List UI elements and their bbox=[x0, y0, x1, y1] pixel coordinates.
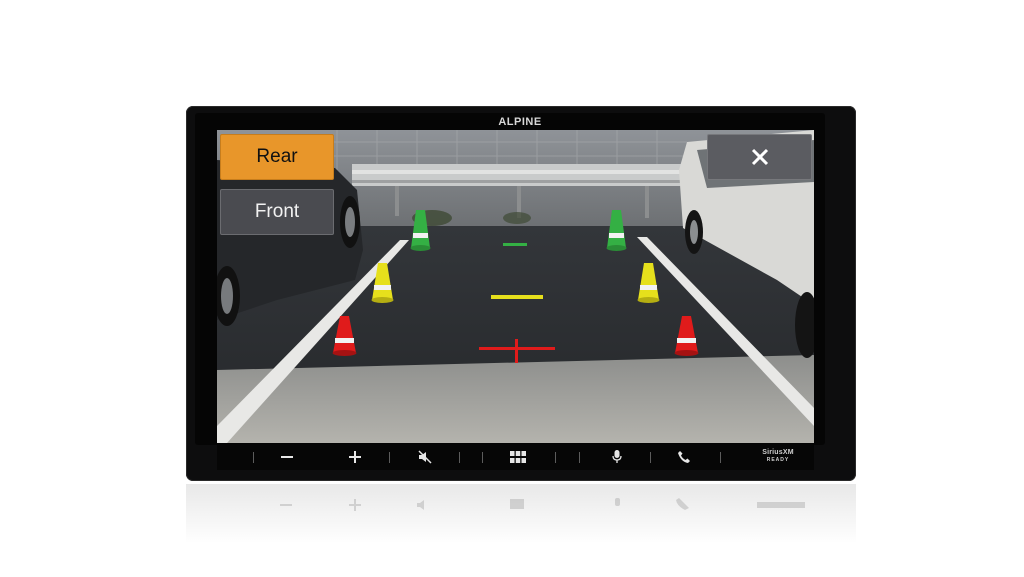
front-camera-button[interactable]: Front bbox=[220, 189, 334, 235]
siriusxm-sublabel: READY bbox=[766, 457, 790, 463]
brand-logo: ALPINE bbox=[498, 116, 542, 128]
phone-icon bbox=[678, 451, 690, 463]
separator bbox=[389, 452, 390, 463]
grid-icon bbox=[510, 451, 526, 463]
guide-line-center bbox=[515, 339, 518, 363]
separator bbox=[720, 452, 721, 463]
phone-button[interactable] bbox=[672, 446, 696, 468]
voice-button[interactable] bbox=[605, 446, 629, 468]
separator bbox=[579, 452, 580, 463]
menu-button[interactable] bbox=[506, 446, 530, 468]
mute-icon bbox=[418, 450, 432, 464]
guide-line-far bbox=[503, 243, 527, 246]
separator bbox=[459, 452, 460, 463]
guide-line-mid bbox=[491, 295, 543, 299]
siriusxm-logo: SiriusXM READY bbox=[750, 449, 806, 467]
siriusxm-label: SiriusXM bbox=[762, 449, 794, 456]
camera-screen: Rear Front bbox=[217, 130, 814, 443]
separator bbox=[555, 452, 556, 463]
control-bar: SiriusXM READY bbox=[217, 444, 814, 470]
close-icon bbox=[751, 148, 768, 166]
separator bbox=[650, 452, 651, 463]
rear-camera-button[interactable]: Rear bbox=[220, 134, 334, 180]
reflection-icons bbox=[280, 498, 805, 511]
volume-up-button[interactable] bbox=[343, 446, 367, 468]
microphone-icon bbox=[612, 450, 622, 463]
separator bbox=[482, 452, 483, 463]
concrete-curb bbox=[217, 355, 814, 443]
volume-down-button[interactable] bbox=[275, 446, 299, 468]
separator bbox=[253, 452, 254, 463]
plus-icon bbox=[349, 451, 361, 463]
mute-button[interactable] bbox=[413, 446, 437, 468]
close-button[interactable] bbox=[707, 134, 812, 180]
minus-icon bbox=[281, 456, 293, 458]
